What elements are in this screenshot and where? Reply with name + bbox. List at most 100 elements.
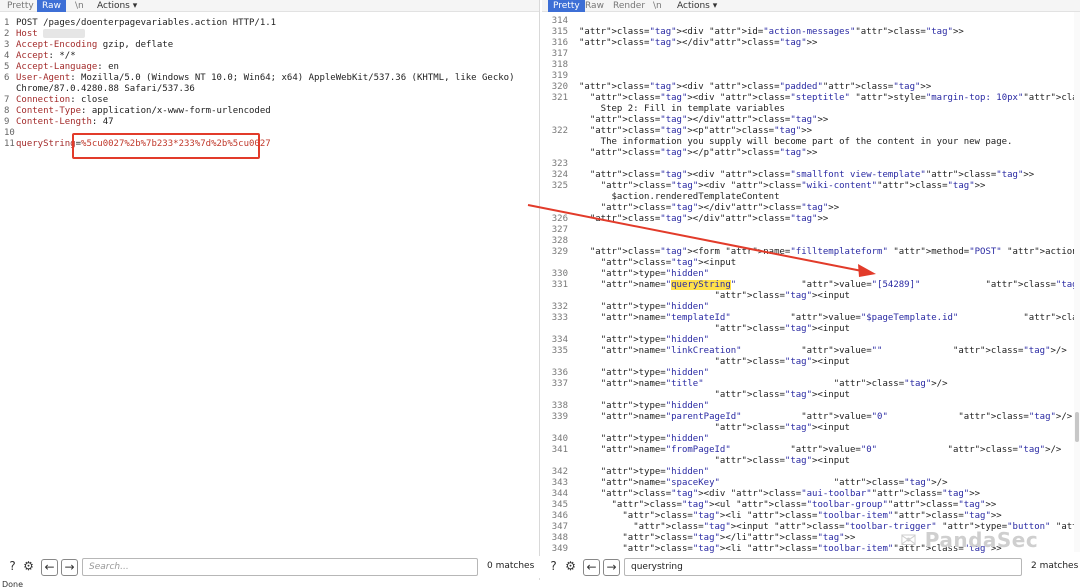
- code-text: "attr">class="tag"><input: [714, 324, 850, 334]
- vertical-scrollbar[interactable]: [1074, 12, 1080, 552]
- line-number: 347: [551, 522, 568, 532]
- line-number: 332: [551, 302, 568, 312]
- tab-raw[interactable]: Raw: [37, 0, 66, 12]
- line-number: 320: [551, 82, 568, 92]
- line-number: 331: [551, 280, 568, 290]
- header-value: application/x-www-form-urlencoded: [86, 106, 271, 116]
- code-text: "attr">class="tag"><div "attr">id="actio…: [579, 27, 964, 37]
- actions-dropdown[interactable]: Actions ▾: [92, 0, 142, 12]
- arrow-left-icon[interactable]: ←: [41, 559, 58, 576]
- code-text: "attr">class="tag"><input: [714, 357, 850, 367]
- code-text: Step 2: Fill in template variables: [579, 104, 785, 114]
- code-text: "attr">class="tag"><form "attr">name="fi…: [589, 247, 1080, 257]
- code-text: "attr">class="tag"></p"attr">class="tag"…: [589, 148, 818, 158]
- code-text: "attr">name="templateId" "attr">value="$…: [600, 313, 1080, 323]
- scrollbar-thumb[interactable]: [1075, 412, 1079, 442]
- code-text: "attr">class="tag"></div"attr">class="ta…: [600, 203, 840, 213]
- header-name: User-Agent: [16, 73, 71, 83]
- line-number: 314: [551, 16, 568, 26]
- line-number: 4: [4, 51, 10, 61]
- line-number: 5: [4, 62, 10, 72]
- search-input[interactable]: Search...: [82, 558, 478, 576]
- arrow-right-icon[interactable]: →: [61, 559, 78, 576]
- code-text: "attr">name="parentPageId" "attr">value=…: [600, 412, 1073, 422]
- code-text: "attr">class="tag"><ul "attr">class="too…: [611, 500, 997, 510]
- tab-render[interactable]: Render: [608, 0, 650, 12]
- header-name: Content-Length: [16, 117, 92, 127]
- line-number: 317: [551, 49, 568, 59]
- line-number: 3: [4, 40, 10, 50]
- code-text: $action.renderedTemplateContent: [579, 192, 780, 202]
- code-text: "attr">class="tag"><p"attr">class="tag">…: [589, 126, 813, 136]
- gear-icon[interactable]: ⚙: [562, 559, 579, 576]
- line-number: 328: [551, 236, 568, 246]
- code-text: "attr">class="tag"></div"attr">class="ta…: [589, 115, 829, 125]
- header-name: Accept-Language: [16, 62, 98, 72]
- header-value: 47: [97, 117, 114, 127]
- arrow-right-icon[interactable]: →: [603, 559, 620, 576]
- response-editor[interactable]: 314 315 "attr">class="tag"><div "attr">id=…: [542, 16, 1080, 554]
- line-number: 325: [551, 181, 568, 191]
- line-number: 324: [551, 170, 568, 180]
- line-number: 8: [4, 106, 10, 116]
- line-number: 342: [551, 467, 568, 477]
- code-text: "attr">class="tag"><li "attr">class="too…: [622, 511, 1002, 521]
- line-number: 315: [551, 27, 568, 37]
- line-number: 322: [551, 126, 568, 136]
- tab-newline[interactable]: \n: [70, 0, 89, 12]
- gear-icon[interactable]: ⚙: [20, 559, 37, 576]
- line-number: 326: [551, 214, 568, 224]
- help-icon[interactable]: ?: [545, 559, 562, 576]
- code-text: "attr">class="tag"><div "attr">class="au…: [600, 489, 981, 499]
- line-number: 11: [4, 139, 15, 149]
- line-number: 344: [551, 489, 568, 499]
- header-value: en: [102, 62, 119, 72]
- tab-newline[interactable]: \n: [648, 0, 667, 12]
- redacted-host: [43, 29, 86, 38]
- line-number: 341: [551, 445, 568, 455]
- code-text: "attr">class="tag"><input: [714, 423, 850, 433]
- request-pane: Pretty Raw \n Actions ▾ 1 POST /pages/doe…: [0, 0, 540, 580]
- watermark: ✉ PandaSec: [900, 528, 1038, 552]
- line-number: 316: [551, 38, 568, 48]
- line-number: 10: [4, 128, 15, 138]
- line-number: 7: [4, 95, 10, 105]
- line-number: 345: [551, 500, 568, 510]
- response-pane: Pretty Raw Render \n Actions ▾ 314 315 "at…: [542, 0, 1080, 580]
- line-number: 346: [551, 511, 568, 521]
- code-text: "attr">name="title" "attr">class="tag">/…: [600, 379, 948, 389]
- line-number: 338: [551, 401, 568, 411]
- code-text: "attr">type="hidden": [600, 434, 710, 444]
- search-match-highlight: queryString: [671, 280, 731, 290]
- actions-dropdown[interactable]: Actions ▾: [672, 0, 722, 12]
- search-input[interactable]: querystring: [624, 558, 1022, 576]
- tab-raw[interactable]: Raw: [580, 0, 609, 12]
- line-number: 327: [551, 225, 568, 235]
- line-number: 340: [551, 434, 568, 444]
- line-number: 339: [551, 412, 568, 422]
- code-text: The information you supply will become p…: [579, 137, 1013, 147]
- code-text: "attr">class="tag"></li"attr">class="tag…: [622, 533, 856, 543]
- header-name: Connection: [16, 95, 71, 105]
- tab-pretty[interactable]: Pretty: [2, 0, 39, 12]
- code-text: "attr">type="hidden": [600, 302, 710, 312]
- line-number: 336: [551, 368, 568, 378]
- status-text: Done: [2, 580, 24, 588]
- arrow-left-icon[interactable]: ←: [583, 559, 600, 576]
- code-text: "attr">class="tag"><div "attr">class="pa…: [579, 82, 932, 92]
- header-name: Host: [16, 29, 38, 39]
- help-icon[interactable]: ?: [4, 559, 21, 576]
- code-text: "attr">class="tag"><input: [714, 456, 850, 466]
- header-value: close: [75, 95, 109, 105]
- line-number: 333: [551, 313, 568, 323]
- line-number: 323: [551, 159, 568, 169]
- line-number: 343: [551, 478, 568, 488]
- code-text: "attr">type="hidden": [600, 269, 710, 279]
- search-footer: ? ⚙ ← → Search... 0 matches ? ⚙ ← → quer…: [0, 556, 1080, 578]
- code-text: "attr">type="hidden": [600, 401, 710, 411]
- header-name: Content-Type: [16, 106, 82, 116]
- line-number: 1: [4, 18, 10, 28]
- line-number: 319: [551, 71, 568, 81]
- code-text: "attr">class="tag"><input: [600, 258, 737, 268]
- code-text: "attr">type="hidden": [600, 368, 710, 378]
